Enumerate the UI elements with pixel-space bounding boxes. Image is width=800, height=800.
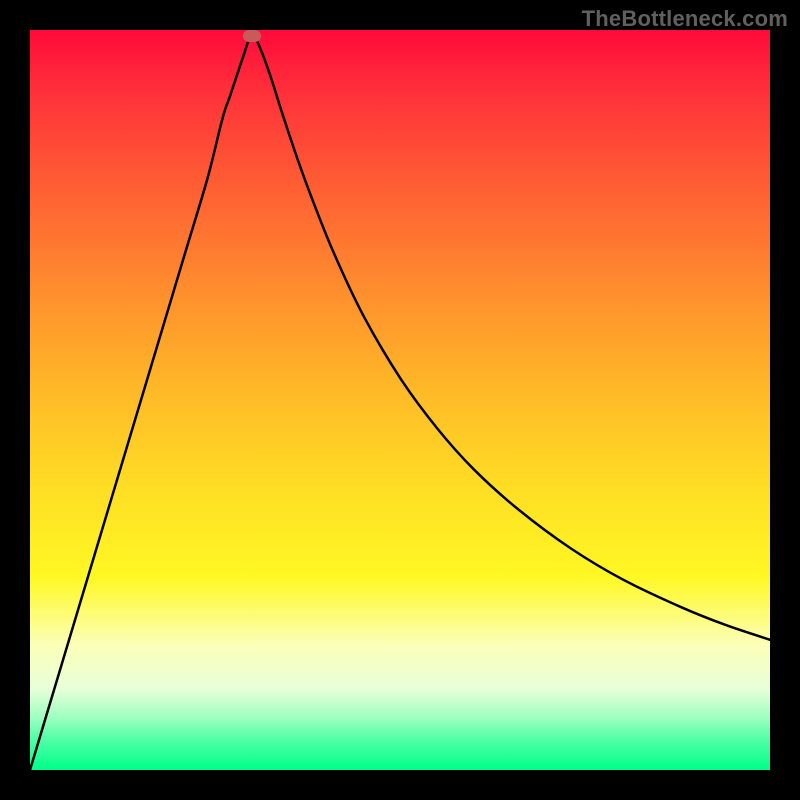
chart-plot-area: [30, 30, 770, 770]
bottleneck-curve: [30, 30, 770, 770]
watermark-text: TheBottleneck.com: [582, 6, 788, 32]
optimum-marker: [243, 30, 261, 42]
